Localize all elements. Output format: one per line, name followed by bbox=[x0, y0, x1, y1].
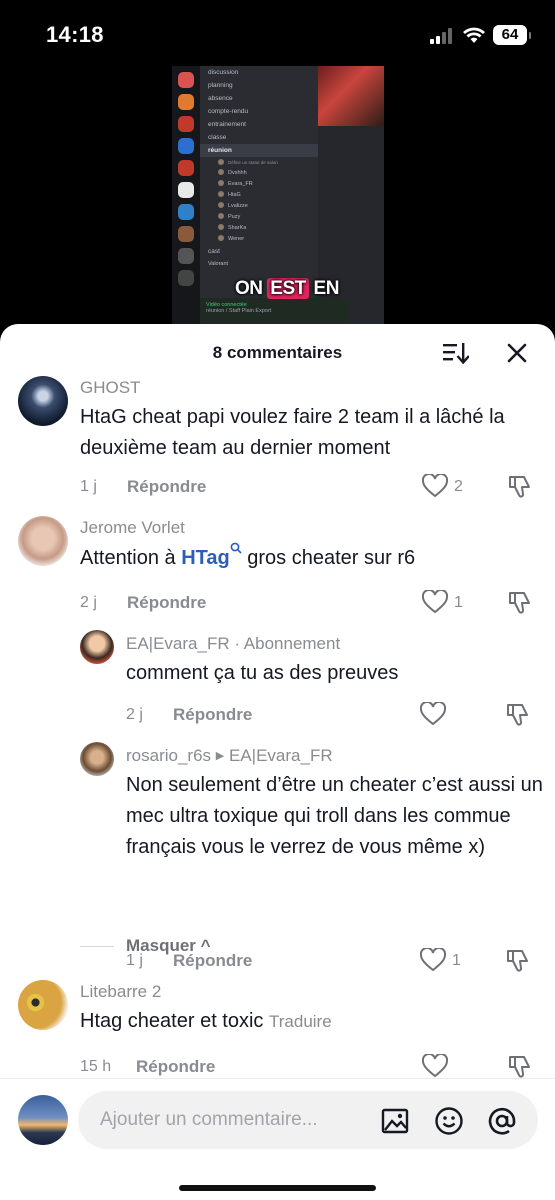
dislike-icon[interactable] bbox=[507, 473, 533, 499]
caption-word-highlight: EST bbox=[267, 278, 309, 299]
wifi-icon bbox=[463, 27, 485, 43]
like-count: 1 bbox=[452, 952, 461, 969]
voice-user: Wener bbox=[200, 234, 318, 245]
channel-category: Valorant bbox=[208, 261, 229, 267]
channel-item: cast bbox=[208, 248, 220, 255]
reply-target[interactable]: EA|Evara_FR bbox=[229, 746, 333, 765]
comment-input[interactable] bbox=[100, 1091, 360, 1149]
dislike-icon[interactable] bbox=[507, 589, 533, 615]
hide-replies-label: Masquer ^ bbox=[126, 936, 211, 955]
reply-button[interactable]: Répondre bbox=[173, 705, 252, 725]
server-list bbox=[172, 66, 200, 336]
comment-input-bar bbox=[0, 1078, 555, 1200]
channel-item: classe bbox=[208, 134, 227, 141]
voice-channel: réunion bbox=[200, 144, 318, 157]
battery-indicator: 64 bbox=[493, 25, 531, 45]
heart-icon[interactable] bbox=[420, 702, 446, 726]
divider bbox=[80, 946, 114, 947]
voice-user: Evara_FR bbox=[200, 179, 318, 190]
reply-button[interactable]: Répondre bbox=[136, 1057, 215, 1077]
reply-arrow-icon: ▶ bbox=[215, 750, 225, 762]
reply-author[interactable]: rosario_r6s bbox=[126, 746, 211, 765]
mention-link[interactable]: HTag bbox=[181, 547, 230, 569]
translate-link[interactable]: Traduire bbox=[269, 1012, 332, 1031]
comment-age: 1 j bbox=[80, 478, 97, 495]
avatar[interactable] bbox=[18, 980, 68, 1030]
avatar[interactable] bbox=[80, 630, 114, 664]
avatar[interactable] bbox=[80, 742, 114, 776]
status-time: 14:18 bbox=[46, 22, 104, 47]
reply-button[interactable]: Répondre bbox=[127, 477, 206, 497]
avatar[interactable] bbox=[18, 376, 68, 426]
comment-age: 2 j bbox=[80, 594, 97, 611]
comment-username: rosario_r6s ▶ EA|Evara_FR bbox=[126, 746, 333, 766]
channel-item: compte-rendu bbox=[208, 108, 249, 115]
video-thumbnail bbox=[318, 66, 384, 126]
emoji-icon[interactable] bbox=[434, 1106, 464, 1136]
connection-detail: réunion / Staff Plain Export bbox=[206, 308, 272, 314]
comment-text-part: Htag cheater et toxic bbox=[80, 1010, 264, 1032]
comment-age: 2 j bbox=[126, 706, 143, 723]
comment-text: Non seulement d’être un cheater c’est au… bbox=[126, 774, 543, 858]
comments-list: GHOST HtaG cheat papi voulez faire 2 tea… bbox=[0, 374, 555, 1079]
home-indicator bbox=[179, 1185, 376, 1191]
voice-user: Lvalizze bbox=[200, 201, 318, 212]
heart-icon[interactable] bbox=[420, 948, 446, 972]
user-avatar[interactable] bbox=[18, 1095, 68, 1145]
comment-input-container[interactable] bbox=[78, 1091, 538, 1149]
comments-header: 8 commentaires bbox=[0, 324, 555, 380]
voice-status: Définir un statut de salon bbox=[200, 157, 318, 168]
search-icon[interactable] bbox=[230, 542, 242, 554]
comment-text: Htag cheater et toxic Traduire bbox=[80, 1006, 545, 1037]
comment-username[interactable]: Jerome Vorlet bbox=[80, 518, 185, 538]
voice-user: Dvshhh bbox=[200, 168, 318, 179]
avatar[interactable] bbox=[18, 516, 68, 566]
channel-item: absence bbox=[208, 95, 233, 102]
like-count: 2 bbox=[454, 478, 463, 495]
voice-user: Puzy bbox=[200, 212, 318, 223]
comment-username[interactable]: EA|Evara_FR · Abonnement bbox=[126, 634, 340, 654]
mention-icon[interactable] bbox=[487, 1106, 517, 1136]
image-icon[interactable] bbox=[380, 1106, 410, 1136]
video-caption: ON EST EN bbox=[235, 278, 339, 300]
comment-text-part: Attention à bbox=[80, 547, 182, 569]
dislike-icon[interactable] bbox=[505, 701, 531, 727]
status-bar: 14:18 64 bbox=[0, 0, 555, 66]
close-icon[interactable] bbox=[505, 341, 529, 365]
comment-text-part: gros cheater sur r6 bbox=[241, 547, 416, 569]
comments-count-title: 8 commentaires bbox=[212, 343, 343, 362]
caption-word: EN bbox=[313, 278, 340, 299]
comment-text: Attention à HTag gros cheater sur r6 bbox=[80, 542, 545, 574]
comment-text: comment ça tu as des preuves bbox=[126, 662, 399, 684]
comment-username[interactable]: Litebarre 2 bbox=[80, 982, 161, 1002]
heart-icon[interactable] bbox=[422, 590, 448, 614]
comment-username[interactable]: GHOST bbox=[80, 378, 140, 398]
channel-item: planning bbox=[208, 82, 233, 89]
cellular-signal-icon bbox=[430, 28, 456, 44]
dislike-icon[interactable] bbox=[507, 1053, 533, 1079]
comment-text: HtaG cheat papi voulez faire 2 team il a… bbox=[80, 406, 505, 459]
comments-sheet: 8 commentaires GHOST HtaG cheat papi vou… bbox=[0, 324, 555, 1200]
voice-user: SharKa bbox=[200, 223, 318, 234]
voice-user: HtaG bbox=[200, 190, 318, 201]
video-player[interactable]: discussion planning absence compte-rendu… bbox=[0, 66, 555, 336]
sort-icon[interactable] bbox=[443, 342, 469, 364]
channel-item: discussion bbox=[208, 69, 239, 76]
comment-age: 15 h bbox=[80, 1058, 112, 1075]
like-count: 1 bbox=[454, 594, 463, 611]
heart-icon[interactable] bbox=[422, 474, 448, 498]
dislike-icon[interactable] bbox=[505, 947, 531, 973]
caption-word: ON bbox=[235, 278, 263, 299]
heart-icon[interactable] bbox=[422, 1054, 448, 1078]
channel-item: entrainement bbox=[208, 121, 246, 128]
reply-button[interactable]: Répondre bbox=[127, 593, 206, 613]
